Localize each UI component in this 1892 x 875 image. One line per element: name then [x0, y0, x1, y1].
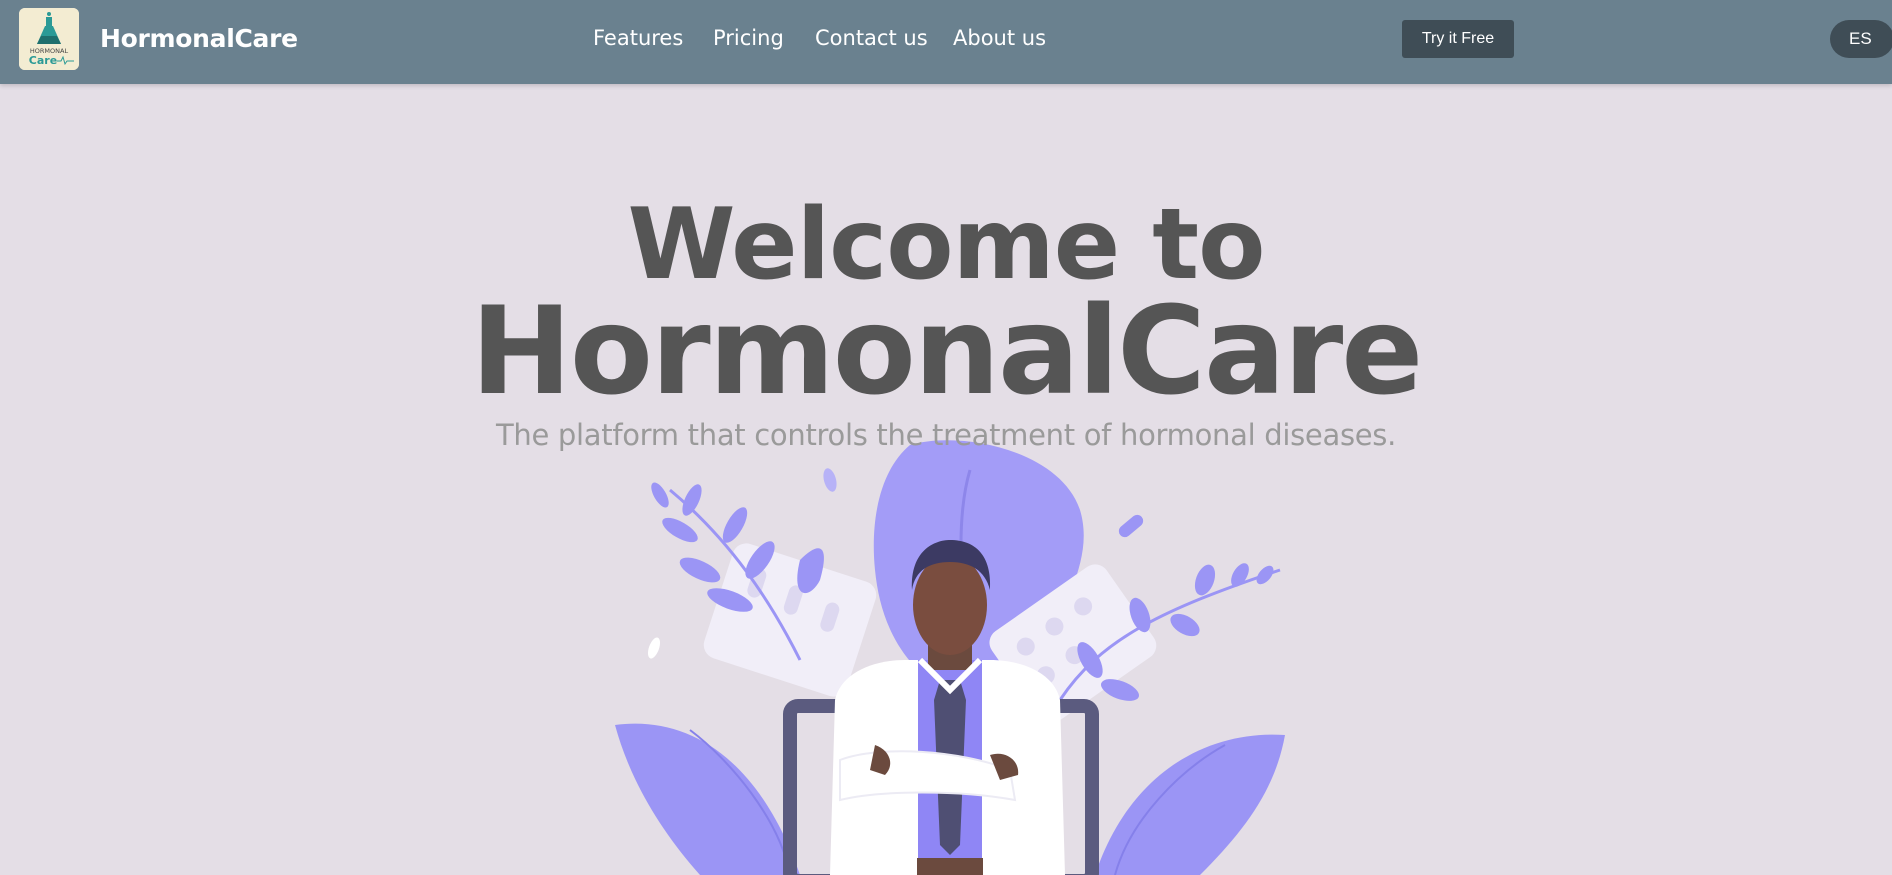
logo-flask-icon[interactable]: HORMONAL Care: [19, 8, 79, 70]
language-toggle-button[interactable]: ES: [1830, 20, 1892, 58]
hero-subtitle: The platform that controls the treatment…: [495, 418, 1397, 452]
hero-title-line2: HormonalCare: [470, 281, 1424, 422]
brand-name[interactable]: HormonalCare: [100, 24, 298, 53]
nav-features-link[interactable]: Features: [593, 26, 683, 50]
try-free-button[interactable]: Try it Free: [1402, 20, 1514, 58]
nav-pricing-link[interactable]: Pricing: [713, 26, 784, 50]
doctor-illustration: [615, 440, 1285, 875]
nav-contact-link[interactable]: Contact us: [815, 26, 928, 50]
top-navbar: HORMONAL Care HormonalCare Features Pric…: [0, 0, 1892, 84]
nav-about-link[interactable]: About us: [953, 26, 1046, 50]
logo-text-bottom: Care: [29, 54, 57, 67]
